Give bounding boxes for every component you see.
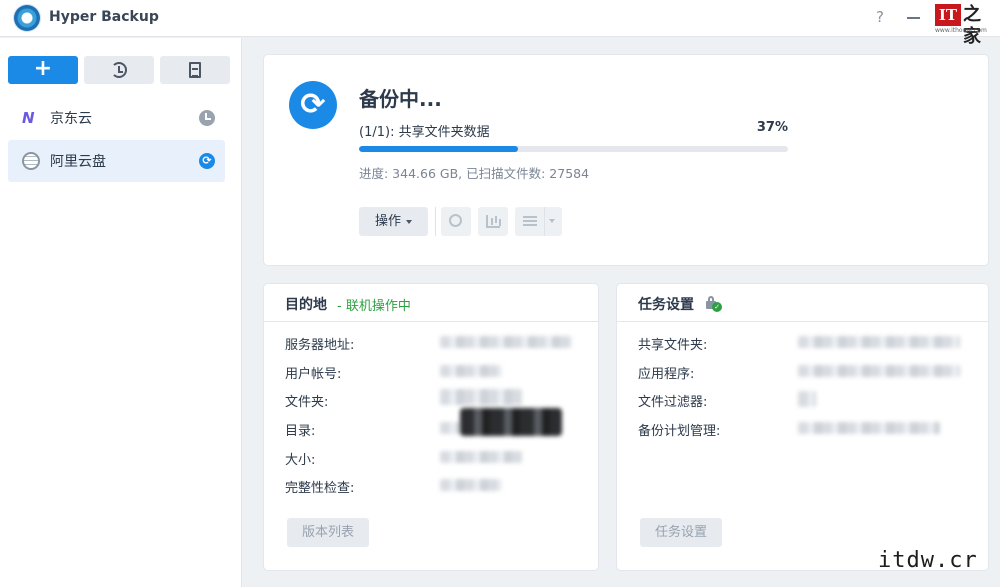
help-icon[interactable]: ? [876, 8, 884, 26]
task-settings-header: 任务设置 ✓ [617, 284, 988, 322]
destination-title: 目的地 [285, 297, 327, 313]
size-label: 大小: [285, 453, 316, 468]
document-icon [189, 62, 201, 78]
progress-percent: 37% [756, 120, 788, 135]
progress-bar [359, 146, 788, 152]
toolbar-divider [435, 207, 436, 236]
shared-folder-label: 共享文件夹: [638, 338, 708, 353]
chevron-down-icon [549, 219, 555, 223]
destination-card: 目的地 - 联机操作中 服务器地址: 用户帐号: 文件夹: 目录: 大小: 完整… [264, 284, 598, 570]
operations-label: 操作 [374, 214, 401, 229]
version-list-button[interactable]: 版本列表 [287, 518, 369, 547]
redacted-value [798, 391, 816, 407]
task-settings-card: 任务设置 ✓ 共享文件夹: 应用程序: 文件过滤器: 备份计划管理: 任务设置 [617, 284, 988, 570]
user-account-label: 用户帐号: [285, 367, 342, 382]
directory-label: 目录: [285, 424, 316, 439]
lock-check-icon: ✓ [706, 296, 722, 312]
ithome-url: www.ithome.com [935, 27, 987, 34]
file-filter-label: 文件过滤器: [638, 395, 708, 410]
list-icon [523, 216, 537, 226]
task-settings-button[interactable]: 任务设置 [640, 518, 722, 547]
globe-icon [22, 152, 40, 170]
redacted-value [440, 451, 522, 463]
integrity-check-label: 完整性检查: [285, 481, 355, 496]
operations-button[interactable]: 操作 [359, 207, 428, 236]
redacted-value [798, 365, 960, 377]
server-address-label: 服务器地址: [285, 338, 355, 353]
redacted-value [440, 365, 502, 377]
ithome-watermark-logo: IT 之家 www.ithome.com [935, 4, 991, 47]
ithome-it-mark: IT [935, 4, 961, 26]
status-title: 备份中... [359, 87, 442, 111]
minimize-icon[interactable] [907, 17, 920, 19]
more-menu-button[interactable] [515, 207, 562, 236]
progress-bar-fill [359, 146, 518, 152]
task-settings-title: 任务设置 [638, 297, 694, 313]
browse-button[interactable] [441, 207, 471, 236]
bar-chart-icon [486, 215, 500, 228]
redacted-value [440, 336, 572, 348]
sync-icon: ⟳ [289, 81, 337, 129]
destination-header: 目的地 - 联机操作中 [264, 284, 598, 322]
title-bar: Hyper Backup ? IT 之家 www.ithome.com [0, 0, 1000, 47]
application-label: 应用程序: [638, 367, 695, 382]
redacted-value [798, 336, 960, 348]
redacted-value [440, 422, 460, 434]
sync-icon: ⟳ [199, 153, 215, 169]
folder-label: 文件夹: [285, 395, 329, 410]
redacted-value [440, 479, 502, 491]
job-name: (1/1): 共享文件夹数据 [359, 125, 490, 140]
restore-history-button[interactable] [84, 56, 154, 84]
redacted-value [798, 422, 940, 434]
progress-detail: 进度: 344.66 GB, 已扫描文件数: 27584 [359, 166, 590, 181]
statistics-button[interactable] [478, 207, 508, 236]
check-icon: ✓ [712, 302, 722, 312]
add-task-button[interactable]: + [8, 56, 78, 84]
search-icon [449, 214, 462, 227]
site-watermark: itdw.cr [878, 548, 978, 573]
redacted-value [460, 408, 562, 436]
hyper-backup-logo-icon [14, 5, 40, 31]
log-button[interactable] [160, 56, 230, 84]
backup-rotation-label: 备份计划管理: [638, 424, 721, 439]
sidebar-item-label: 京东云 [50, 111, 92, 127]
sidebar-item-jdcloud[interactable]: N 京东云 [8, 97, 225, 139]
sidebar: + N 京东云 阿里云盘 ⟳ [0, 38, 242, 587]
ithome-zh-mark: 之家 [963, 4, 981, 47]
sidebar-item-label: 阿里云盘 [50, 154, 106, 170]
split-divider [544, 207, 545, 236]
app-title: Hyper Backup [49, 9, 159, 25]
jdcloud-icon: N [22, 109, 35, 127]
online-status: - 联机操作中 [337, 299, 411, 314]
redacted-value [440, 389, 522, 405]
backup-status-card: ⟳ 备份中... (1/1): 共享文件夹数据 37% 进度: 344.66 G… [264, 55, 988, 265]
chevron-down-icon [406, 219, 412, 224]
sidebar-item-aliyun-drive[interactable]: 阿里云盘 ⟳ [8, 140, 225, 182]
history-icon [111, 62, 127, 78]
clock-icon [199, 110, 215, 126]
